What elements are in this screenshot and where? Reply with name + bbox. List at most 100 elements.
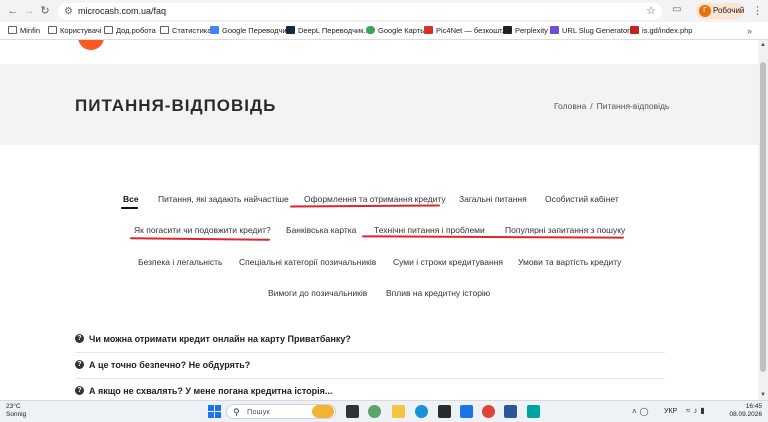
system-tray[interactable]: ˄◯ [632, 406, 652, 418]
bookmark-perplexity[interactable]: Perplexity [503, 25, 548, 37]
address-bar[interactable]: ⚙ microcash.com.ua/faq ☆ [58, 3, 662, 20]
browser-menu-icon[interactable]: ⋮ [752, 4, 763, 17]
logo-icon[interactable] [78, 40, 104, 50]
faq-item[interactable]: ? А якщо не схвалять? У мене погана кред… [75, 379, 665, 400]
widget-landscape-icon[interactable] [312, 405, 334, 418]
shield-icon[interactable]: ◯ [640, 407, 652, 416]
weather-widget[interactable]: 23°C Sonnig [6, 403, 26, 419]
taskbar: 23°C Sonnig ⚲ Пошук ˄◯ УКР ≈♪▮ 16:45 08.… [0, 400, 768, 422]
copilot-icon[interactable] [368, 405, 381, 418]
clock-time: 16:45 [745, 403, 762, 410]
filter-tab-frequent[interactable]: Питання, які задають найчастіше [158, 193, 289, 205]
store-icon[interactable] [438, 405, 451, 418]
filter-tab-bank-card[interactable]: Банківська картка [286, 224, 356, 236]
site-header [0, 40, 758, 64]
filter-tab-all[interactable]: Все [123, 193, 139, 205]
pic4net-icon [424, 26, 433, 34]
bookmark-pic4net[interactable]: Pic4Net — безкошт... [424, 25, 508, 37]
breadcrumb-separator: / [590, 101, 593, 111]
bookmark-isgd[interactable]: is.gd/index.php [630, 25, 692, 37]
app-icon[interactable] [527, 405, 540, 418]
filter-tab-requirements[interactable]: Вимоги до позичальників [268, 287, 367, 299]
bookmarks-bar: Minfin Користувачі Дод.робота Статистика… [0, 22, 768, 40]
filter-tab-credit-history[interactable]: Вплив на кредитну історію [386, 287, 490, 299]
active-tab-underline [121, 207, 138, 209]
perplexity-icon [503, 26, 512, 34]
bookmark-url-slug[interactable]: URL Slug Generator... [550, 25, 636, 37]
faq-question[interactable]: А якщо не схвалять? У мене погана кредит… [89, 385, 332, 397]
windows-start-icon[interactable] [208, 405, 221, 418]
question-icon: ? [75, 360, 84, 369]
filter-tab-repay[interactable]: Як погасити чи подовжити кредит? [134, 224, 271, 236]
breadcrumb-current: Питання-відповідь [596, 101, 670, 111]
google-translate-icon [210, 26, 219, 34]
bookmark-minfin[interactable]: Minfin [8, 25, 40, 37]
faq-item[interactable]: ? Чи можна отримати кредит онлайн на кар… [75, 327, 665, 353]
system-clock[interactable]: 16:45 08.09.2026 [726, 403, 762, 419]
filter-tab-conditions[interactable]: Умови та вартість кредиту [518, 256, 621, 268]
page-viewport: ПИТАННЯ-ВІДПОВІДЬ Головна / Питання-відпов… [0, 40, 768, 400]
page-title: ПИТАННЯ-ВІДПОВІДЬ [75, 96, 277, 115]
task-view-icon[interactable] [346, 405, 359, 418]
file-explorer-icon[interactable] [392, 405, 405, 418]
folder-icon [8, 26, 17, 34]
language-indicator[interactable]: УКР [664, 406, 677, 418]
filter-tab-general[interactable]: Загальні питання [459, 193, 527, 205]
folder-icon [48, 26, 57, 34]
bookmarks-more-icon[interactable]: » [747, 25, 752, 37]
filter-tab-security[interactable]: Безпека і легальність [138, 256, 222, 268]
breadcrumb-home[interactable]: Головна [554, 101, 586, 111]
bookmark-statistics[interactable]: Статистика [160, 25, 211, 37]
scroll-down-icon[interactable]: ▼ [758, 390, 768, 400]
filter-tab-application[interactable]: Оформлення та отримання кредиту [304, 193, 446, 205]
word-icon[interactable] [504, 405, 517, 418]
browser-toolbar: ← → ↻ ⚙ microcash.com.ua/faq ☆ ▭ Г Робоч… [0, 0, 768, 22]
question-icon: ? [75, 334, 84, 343]
highlight-underline [289, 204, 441, 208]
page-scrollbar[interactable]: ▲ ▼ [758, 40, 768, 400]
site-info-icon[interactable]: ⚙ [64, 5, 73, 18]
weather-condition: Sonnig [6, 411, 27, 418]
bookmark-google-maps[interactable]: Google Карты [366, 25, 426, 37]
url-slug-icon [550, 26, 559, 34]
profile-button[interactable]: Г Робочий [696, 3, 744, 19]
battery-icon[interactable]: ▮ [700, 406, 707, 415]
filter-tab-cabinet[interactable]: Особистий кабінет [545, 193, 619, 205]
folder-icon [160, 26, 169, 34]
faq-item[interactable]: ? А це точно безпечно? Не обдурять? [75, 353, 665, 379]
question-icon: ? [75, 386, 84, 395]
bookmark-deepl[interactable]: DeepL Переводчик... [286, 25, 370, 37]
bookmark-users[interactable]: Користувачі [48, 25, 101, 37]
filter-tab-popular[interactable]: Популярні запитання з пошуку [505, 224, 625, 236]
deepl-icon [286, 26, 295, 34]
highlight-underline [129, 237, 271, 241]
back-icon[interactable]: ← [6, 4, 20, 18]
chevron-up-icon[interactable]: ˄ [632, 407, 640, 416]
tray-status[interactable]: ≈♪▮ [686, 406, 708, 415]
extensions-icon[interactable]: ▭ [672, 4, 681, 15]
faq-question[interactable]: А це точно безпечно? Не обдурять? [89, 359, 250, 371]
bookmark-google-translate[interactable]: Google Переводчик [210, 25, 290, 37]
bookmark-extra-work[interactable]: Дод.робота [104, 25, 156, 37]
reload-icon[interactable]: ↻ [38, 4, 52, 18]
address-url[interactable]: microcash.com.ua/faq [78, 5, 166, 18]
scrollbar-thumb[interactable] [760, 62, 766, 372]
filter-tab-special-categories[interactable]: Спеціальні категорії позичальників [239, 256, 376, 268]
mail-icon[interactable] [460, 405, 473, 418]
hero-banner: ПИТАННЯ-ВІДПОВІДЬ Головна / Питання-відпов… [0, 64, 758, 145]
faq-question[interactable]: Чи можна отримати кредит онлайн на карту… [89, 333, 351, 345]
weather-temp: 23°C [6, 403, 21, 410]
chrome-icon[interactable] [482, 405, 495, 418]
filter-tab-technical[interactable]: Технічні питання і проблеми [374, 224, 485, 236]
clock-date: 08.09.2026 [729, 411, 762, 418]
scroll-up-icon[interactable]: ▲ [758, 40, 768, 50]
isgd-icon [630, 26, 639, 34]
edge-icon[interactable] [415, 405, 428, 418]
forward-icon[interactable]: → [22, 4, 36, 18]
highlight-underline [361, 235, 625, 239]
filter-tab-amounts[interactable]: Суми і строки кредитування [393, 256, 503, 268]
bookmark-star-icon[interactable]: ☆ [646, 4, 656, 18]
taskbar-search-placeholder: Пошук [247, 407, 270, 416]
profile-label: Робочий [713, 6, 745, 15]
breadcrumb: Головна / Питання-відповідь [554, 100, 669, 112]
